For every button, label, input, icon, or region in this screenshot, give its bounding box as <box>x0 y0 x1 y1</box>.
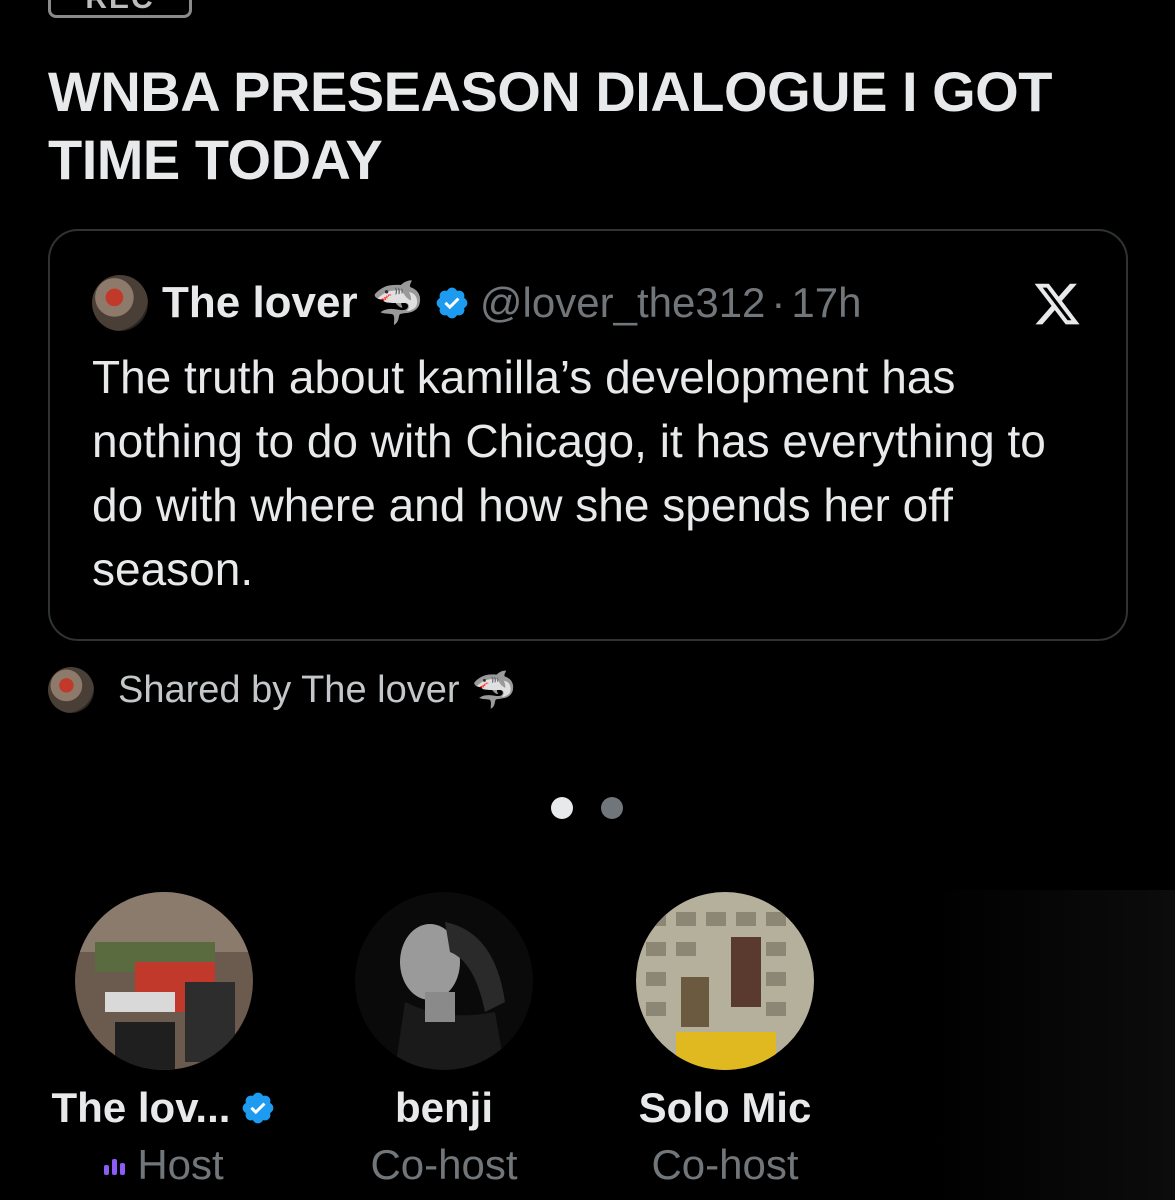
author-avatar[interactable] <box>92 275 148 331</box>
author-handle[interactable]: @lover_the312 <box>480 279 766 327</box>
page-dot[interactable] <box>601 797 623 819</box>
space-title: WNBA PRESEASON DIALOGUE I GOT TIME TODAY <box>48 60 1052 191</box>
speaker-avatar[interactable] <box>355 892 533 1070</box>
shared-by-text: Shared by The lover <box>118 668 460 711</box>
x-logo-icon <box>1034 283 1080 325</box>
speaker-partial-offscreen[interactable] <box>930 890 1175 1200</box>
speaker-role: Co-host <box>651 1141 799 1188</box>
rec-badge: REC <box>48 0 192 18</box>
page-indicator[interactable] <box>551 797 623 819</box>
speaker-name: The lov... <box>51 1084 231 1131</box>
tweet-header: The lover 🦈 @lover_the312 · 17h <box>92 271 862 335</box>
speaker-name: Solo Mic <box>638 1084 812 1131</box>
tweet-text: The truth about kamilla’s development ha… <box>92 351 1046 595</box>
verified-badge-icon <box>436 287 468 319</box>
shark-emoji-icon: 🦈 <box>371 278 424 326</box>
speaker-avatar[interactable] <box>75 892 253 1070</box>
speaker-host[interactable]: The lov... Host <box>14 892 314 1192</box>
verified-badge-icon <box>243 1092 274 1124</box>
author-name[interactable]: The lover <box>162 278 358 328</box>
speaker-cohost[interactable]: benji Co-host <box>294 892 594 1192</box>
tweet-timestamp[interactable]: 17h <box>791 279 861 327</box>
speaking-indicator-icon <box>104 1155 126 1175</box>
pinned-tweet-card[interactable]: The lover 🦈 @lover_the312 · 17h The trut… <box>48 229 1128 641</box>
speaker-name: benji <box>394 1084 493 1131</box>
shared-by-row[interactable]: Shared by The lover 🦈 <box>48 664 516 716</box>
speaker-avatar[interactable] <box>636 892 814 1070</box>
speaker-role: Host <box>137 1141 224 1188</box>
page-dot-active[interactable] <box>551 797 573 819</box>
speaker-role: Co-host <box>370 1141 518 1188</box>
sharer-avatar <box>48 667 94 713</box>
shark-emoji-icon: 🦈 <box>471 669 517 710</box>
speaker-cohost[interactable]: Solo Mic Co-host <box>575 892 875 1192</box>
separator-dot: · <box>771 279 786 326</box>
